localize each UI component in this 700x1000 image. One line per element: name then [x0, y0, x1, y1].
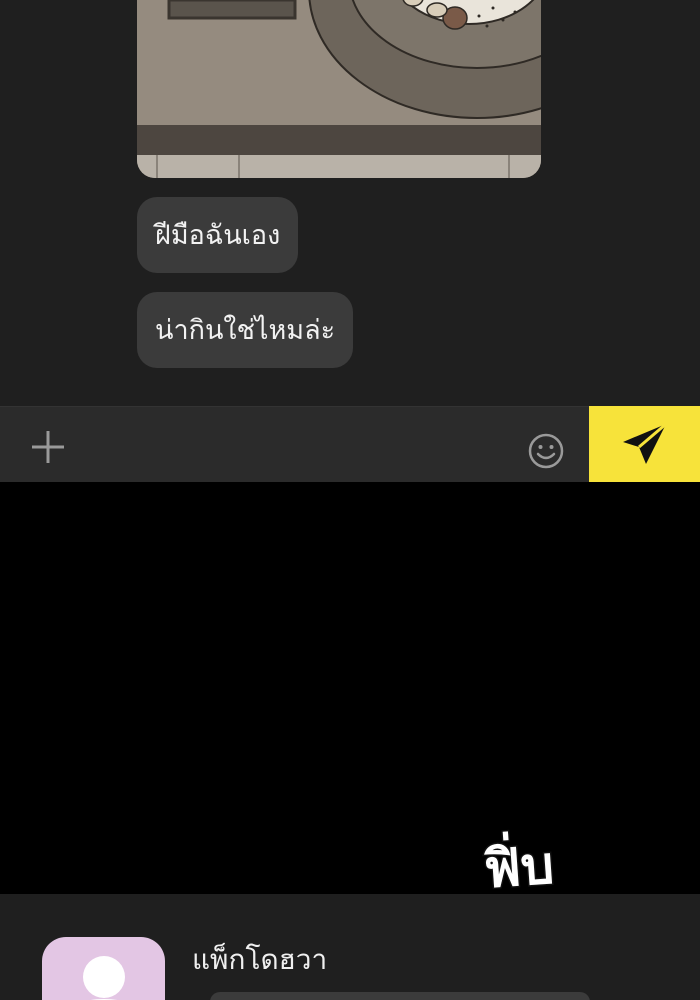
message-bubble[interactable]: น่ากินใช่ไหมล่ะ: [137, 292, 354, 368]
avatar[interactable]: [42, 937, 165, 1000]
food-photo-image: [137, 0, 541, 178]
person-silhouette-icon: [83, 956, 125, 1000]
plus-icon[interactable]: [28, 429, 68, 465]
message-text: น่ากินใช่ไหมล่ะ: [155, 314, 336, 346]
message-bubble[interactable]: ฝีมือฉันเอง: [137, 197, 299, 273]
chat-area-top: ฝีมือฉันเอง น่ากินใช่ไหมล่ะ: [0, 0, 700, 406]
sender-name: แพ็กโดฮวา: [192, 943, 328, 976]
comic-dark-panel: [0, 482, 700, 894]
message-bubble[interactable]: [210, 992, 590, 1000]
send-button[interactable]: [589, 406, 700, 482]
message-text: ฝีมือฉันเอง: [155, 219, 281, 251]
paper-plane-icon: [622, 422, 667, 464]
food-photo-message[interactable]: [137, 0, 541, 178]
smiley-icon[interactable]: [528, 433, 564, 473]
sound-effect-text: ฟิ่บ: [480, 834, 557, 902]
